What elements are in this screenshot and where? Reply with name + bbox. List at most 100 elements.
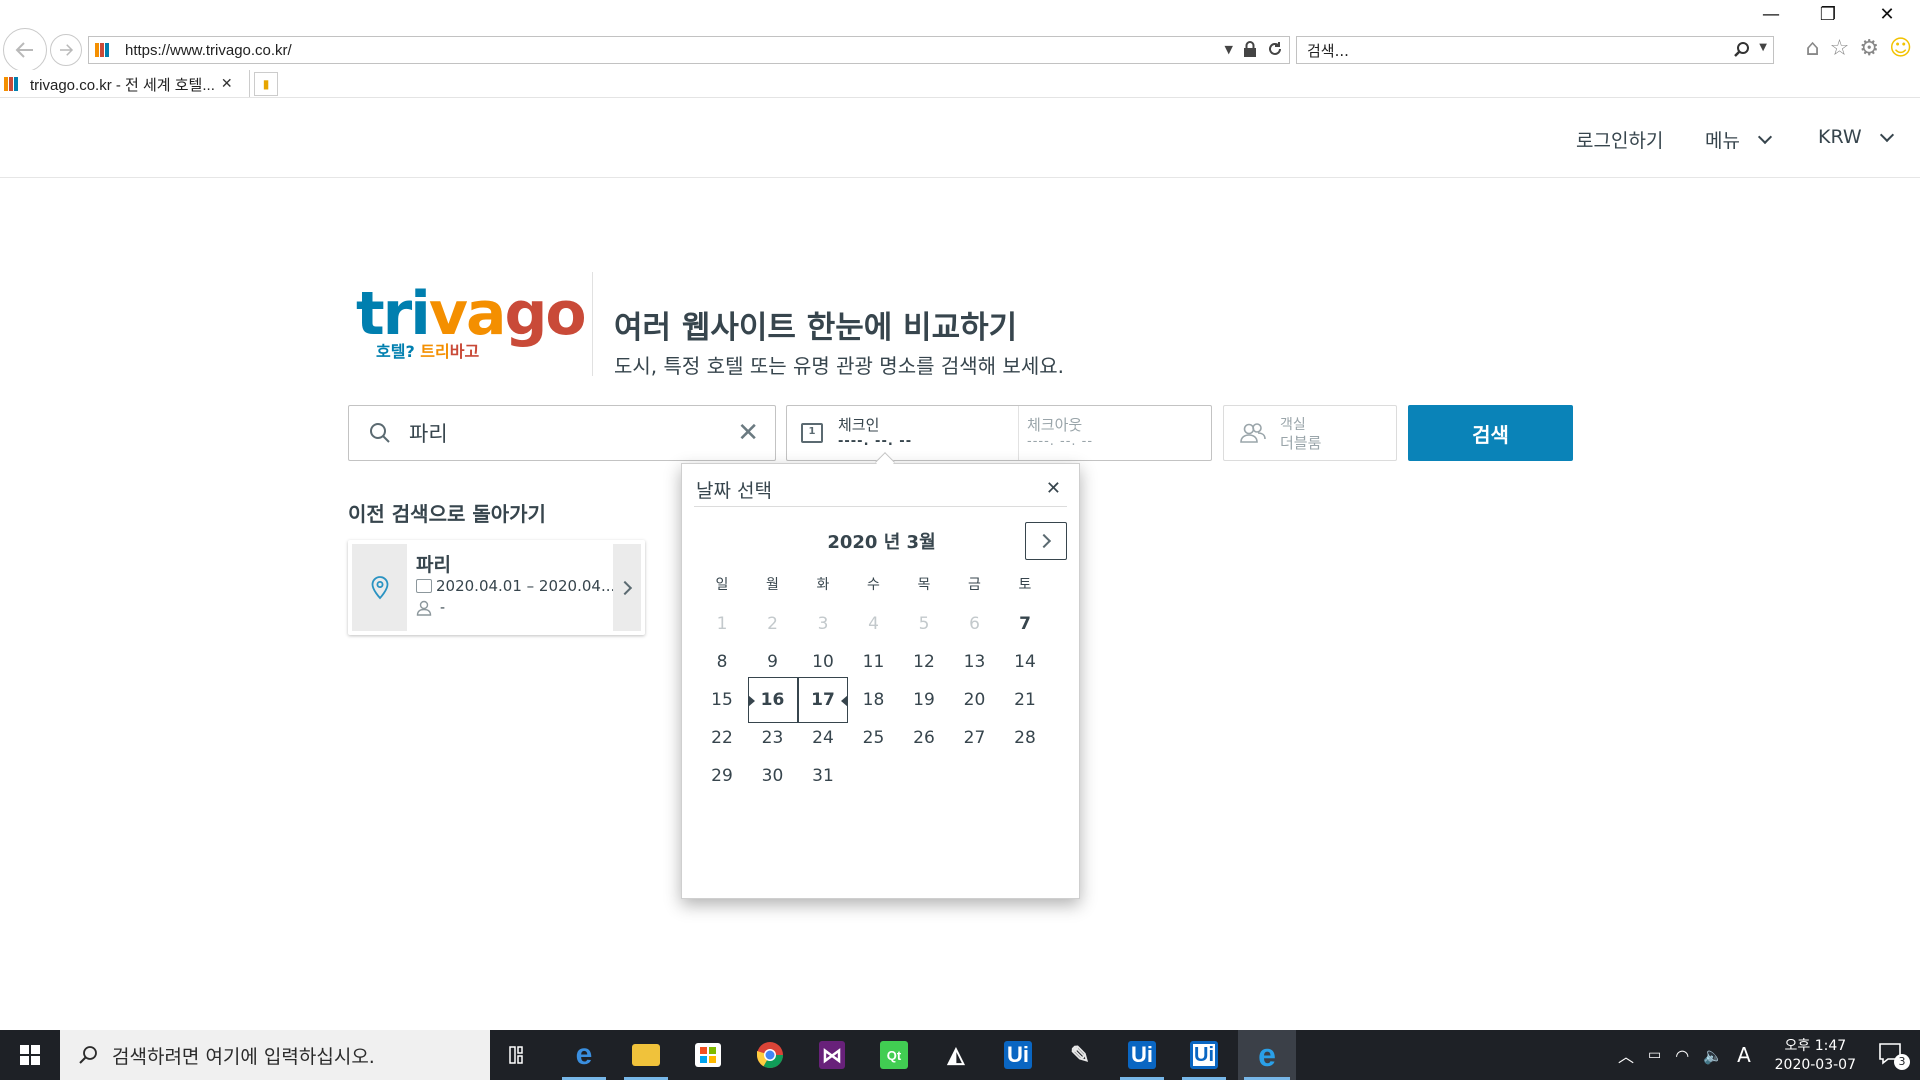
taskbar-task-view[interactable] — [492, 1030, 548, 1080]
chevron-up-icon[interactable]: ︿ — [1618, 1043, 1634, 1067]
browser-chrome: https://www.trivago.co.kr/ ▼ 검색... ▼ — ❐… — [0, 0, 1920, 72]
taskbar-edge[interactable]: e — [556, 1030, 612, 1080]
home-icon[interactable]: ⌂ — [1806, 36, 1820, 61]
currency-button[interactable]: KRW — [1818, 126, 1894, 148]
taskbar-uipath-studio[interactable]: Ui — [990, 1030, 1046, 1080]
star-icon[interactable]: ☆ — [1830, 36, 1850, 61]
tab-title[interactable]: trivago.co.kr - 전 세계 호텔... — [30, 74, 215, 95]
dropdown-arrow-icon[interactable]: ▼ — [1225, 43, 1233, 56]
forward-button[interactable] — [50, 34, 82, 66]
taskbar-visual-studio[interactable]: ⋈ — [804, 1030, 860, 1080]
checkout-field[interactable]: 체크아웃 ----. --. -- — [1019, 406, 1211, 460]
guests-icon — [1240, 423, 1266, 443]
address-url[interactable]: https://www.trivago.co.kr/ — [125, 42, 292, 59]
calendar-day[interactable]: 25 — [849, 715, 899, 761]
recent-open-arrow[interactable] — [613, 544, 641, 631]
battery-icon[interactable]: ▭ — [1648, 1047, 1661, 1063]
taskbar-search-placeholder: 검색하려면 여기에 입력하십시오. — [112, 1045, 375, 1068]
calendar-day[interactable]: 29 — [697, 753, 747, 799]
taskbar-chrome[interactable] — [742, 1030, 798, 1080]
taskbar-store[interactable] — [680, 1030, 736, 1080]
rooms-guests-field[interactable]: 객실 더블룸 — [1223, 405, 1397, 461]
qt-icon: Qt — [880, 1041, 908, 1069]
calendar-day[interactable]: 27 — [950, 715, 1000, 761]
uipath-icon: Ui — [1004, 1041, 1032, 1069]
lock-icon[interactable] — [1243, 41, 1257, 57]
picker-title: 날짜 선택 — [696, 480, 772, 502]
destination-value[interactable]: 파리 — [409, 418, 448, 448]
system-clock[interactable]: 오후 1:47 2020-03-07 — [1775, 1037, 1856, 1075]
calendar-day[interactable]: 28 — [1000, 715, 1050, 761]
dropdown-arrow-icon[interactable]: ▼ — [1759, 42, 1767, 53]
recent-searches-title: 이전 검색으로 돌아가기 — [348, 502, 546, 526]
calendar-day[interactable]: 30 — [748, 753, 798, 799]
search-icon — [79, 1046, 97, 1064]
clear-icon[interactable]: ✕ — [737, 418, 759, 448]
store-icon — [695, 1043, 721, 1067]
taskbar-search[interactable]: 검색하려면 여기에 입력하십시오. — [60, 1030, 490, 1080]
taskbar-internet-explorer[interactable]: e — [1238, 1030, 1296, 1080]
recent-location-pin — [352, 544, 407, 631]
taskbar-paint[interactable]: ✎ — [1052, 1030, 1108, 1080]
visual-studio-icon: ⋈ — [819, 1041, 845, 1069]
gear-icon[interactable]: ⚙ — [1859, 36, 1879, 61]
wifi-icon[interactable]: ◠ — [1675, 1046, 1689, 1065]
start-button[interactable] — [0, 1030, 60, 1080]
uipath-icon: Ui — [1190, 1041, 1218, 1069]
login-label: 로그인하기 — [1576, 130, 1664, 152]
taskbar-uipath-assistant[interactable]: Ui — [1176, 1030, 1232, 1080]
address-bar[interactable]: https://www.trivago.co.kr/ ▼ — [88, 36, 1290, 64]
logo-subtitle: 호텔? 트리바고 — [376, 342, 480, 361]
arrow-left-icon — [15, 42, 33, 58]
hero-subtitle: 도시, 특정 호텔 또는 유명 관광 명소를 검색해 보세요. — [614, 354, 1064, 378]
weekday-header: 일 — [715, 577, 729, 593]
calendar-icon — [416, 579, 432, 593]
next-month-button[interactable] — [1025, 522, 1067, 560]
new-tab-icon: ▮ — [262, 77, 270, 91]
chrome-icon — [756, 1042, 784, 1069]
recent-search-card[interactable]: 파리 2020.04.01 – 2020.04... - — [348, 540, 645, 635]
chevron-right-icon — [617, 580, 633, 595]
site-header: 로그인하기 메뉴 KRW — [0, 98, 1920, 178]
uipath-icon: Ui — [1128, 1041, 1156, 1069]
notification-count: 3 — [1894, 1054, 1910, 1070]
taskbar-file-explorer[interactable] — [618, 1030, 674, 1080]
currency-label: KRW — [1818, 126, 1862, 148]
internet-explorer-icon: e — [1258, 1036, 1276, 1073]
destination-input[interactable]: 파리 ✕ — [348, 405, 776, 461]
calendar-day[interactable]: 31 — [798, 753, 848, 799]
checkout-value: ----. --. -- — [1027, 434, 1094, 449]
smiley-feedback-icon[interactable]: ☺ — [1889, 36, 1912, 61]
menu-button[interactable]: 메뉴 — [1705, 126, 1773, 153]
close-window-button[interactable]: ✕ — [1864, 4, 1910, 25]
minimize-button[interactable]: — — [1748, 4, 1794, 25]
refresh-icon[interactable] — [1267, 41, 1283, 57]
browser-search-box[interactable]: 검색... ▼ — [1296, 36, 1774, 64]
login-link[interactable]: 로그인하기 — [1576, 126, 1663, 153]
clock-date: 2020-03-07 — [1774, 1057, 1856, 1073]
dates-selector[interactable]: 1 체크인 ----. --. -- 체크아웃 ----. --. -- — [786, 405, 1212, 461]
search-icon[interactable] — [1733, 41, 1751, 59]
search-button[interactable]: 검색 — [1408, 405, 1573, 461]
taskbar-qt-creator[interactable]: Qt — [866, 1030, 922, 1080]
edge-icon: e — [575, 1038, 593, 1071]
recent-guests: - — [440, 600, 446, 616]
rooms-label: 객실 — [1280, 417, 1306, 433]
restore-button[interactable]: ❐ — [1805, 4, 1851, 25]
taskbar-unity[interactable]: ◭ — [928, 1030, 984, 1080]
ime-indicator[interactable]: A — [1737, 1043, 1751, 1067]
new-tab-button[interactable]: ▮ — [254, 72, 278, 96]
trivago-logo[interactable]: trivago 호텔? 트리바고 — [356, 284, 587, 364]
close-tab-icon[interactable]: ✕ — [221, 76, 233, 92]
calendar-day[interactable]: 26 — [899, 715, 949, 761]
chevron-down-icon — [1757, 129, 1773, 145]
taskbar-uipath-robot[interactable]: Ui — [1114, 1030, 1170, 1080]
notification-center-button[interactable]: 3 — [1878, 1042, 1910, 1070]
browser-tab[interactable]: trivago.co.kr - 전 세계 호텔... ✕ — [0, 70, 250, 98]
weekday-header: 화 — [816, 577, 830, 593]
volume-muted-icon[interactable]: 🔈 — [1703, 1046, 1723, 1065]
close-icon[interactable]: ✕ — [1046, 478, 1061, 499]
checkin-field[interactable]: 1 체크인 ----. --. -- — [787, 406, 1019, 460]
back-button[interactable] — [3, 28, 47, 72]
site-favicon-icon — [4, 77, 20, 91]
